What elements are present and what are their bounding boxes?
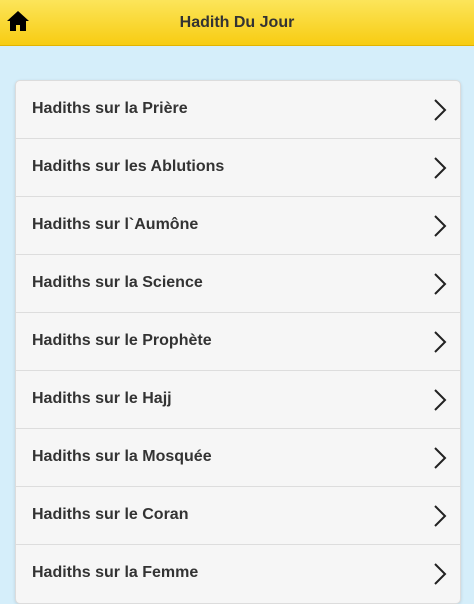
chevron-right-icon xyxy=(434,215,447,237)
list-item-femme[interactable]: Hadiths sur la Femme xyxy=(16,545,460,603)
chevron-right-icon xyxy=(434,447,447,469)
list-item-aumone[interactable]: Hadiths sur l`Aumône xyxy=(16,197,460,255)
chevron-right-icon xyxy=(434,273,447,295)
chevron-right-icon xyxy=(434,331,447,353)
chevron-right-icon xyxy=(434,389,447,411)
list-item-label: Hadiths sur la Femme xyxy=(32,564,199,581)
list-item-label: Hadiths sur la Mosquée xyxy=(32,448,212,465)
page-title: Hadith Du Jour xyxy=(179,14,295,31)
list-item-hajj[interactable]: Hadiths sur le Hajj xyxy=(16,371,460,429)
list-item-label: Hadiths sur l`Aumône xyxy=(32,216,199,233)
list-item-priere[interactable]: Hadiths sur la Prière xyxy=(16,81,460,139)
list-item-science[interactable]: Hadiths sur la Science xyxy=(16,255,460,313)
list-item-label: Hadiths sur le Hajj xyxy=(32,390,172,407)
list-item-coran[interactable]: Hadiths sur le Coran xyxy=(16,487,460,545)
list-item-label: Hadiths sur la Science xyxy=(32,274,203,291)
header-bar: Hadith Du Jour xyxy=(0,0,474,46)
list-item-label: Hadiths sur le Coran xyxy=(32,506,189,523)
list-item-label: Hadiths sur le Prophète xyxy=(32,332,212,349)
chevron-right-icon xyxy=(434,563,447,585)
list-item-label: Hadiths sur les Ablutions xyxy=(32,158,225,175)
list-item-ablutions[interactable]: Hadiths sur les Ablutions xyxy=(16,139,460,197)
list-item-prophete[interactable]: Hadiths sur le Prophète xyxy=(16,313,460,371)
chevron-right-icon xyxy=(434,505,447,527)
chevron-right-icon xyxy=(434,99,447,121)
list-item-mosquee[interactable]: Hadiths sur la Mosquée xyxy=(16,429,460,487)
list-item-label: Hadiths sur la Prière xyxy=(32,100,188,117)
topic-list: Hadiths sur la Prière Hadiths sur les Ab… xyxy=(15,80,461,604)
chevron-right-icon xyxy=(434,157,447,179)
